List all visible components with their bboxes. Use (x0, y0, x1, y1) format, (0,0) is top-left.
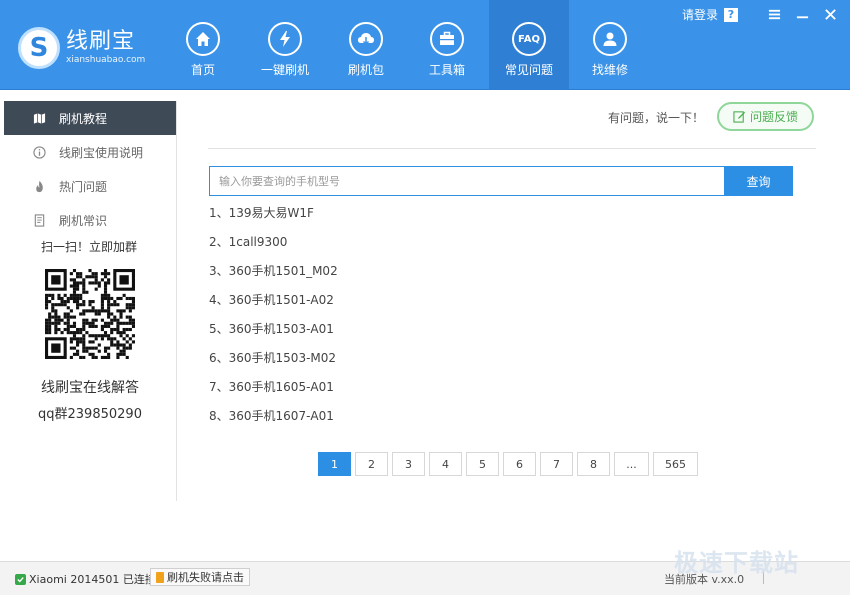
page-button-7[interactable]: 7 (540, 452, 573, 476)
online-help-title: 线刷宝在线解答 (41, 380, 139, 396)
page-button-5[interactable]: 5 (466, 452, 499, 476)
list-item[interactable]: 1、139易大易W1F (209, 206, 338, 235)
document-icon (32, 213, 46, 227)
qq-group-number: qq群239850290 (38, 407, 142, 422)
ask-question-text: 有问题，说一下！ (608, 111, 705, 125)
flame-icon (32, 179, 46, 193)
sidebar-item-label: 刷机教程 (59, 111, 108, 126)
help-icon[interactable]: ? (724, 7, 738, 22)
list-item[interactable]: 7、360手机1605-A01 (209, 380, 338, 409)
nav-home-label: 首页 (190, 63, 215, 77)
lightning-icon (268, 22, 302, 56)
faq-icon: FAQ (512, 22, 546, 56)
list-item[interactable]: 2、1call9300 (209, 235, 338, 264)
nav-faq-label: 常见问题 (504, 63, 553, 77)
window-controls: 请登录 ? (682, 6, 838, 23)
nav-one-click-flash[interactable]: 一键刷机 (245, 0, 325, 89)
page-button-6[interactable]: 6 (503, 452, 536, 476)
logo-mark-icon: S (18, 27, 60, 69)
logo-name: 线刷宝 (66, 29, 136, 54)
watermark: 极速下载站 (674, 549, 799, 577)
check-icon (15, 573, 26, 585)
logo-domain: xianshuabao.com (66, 55, 146, 65)
edit-icon (733, 111, 746, 123)
search-button[interactable]: 查询 (724, 166, 793, 196)
page-button-last[interactable]: 565 (653, 452, 698, 476)
list-item[interactable]: 3、360手机1501_M02 (209, 264, 338, 293)
sidebar-item-label: 刷机常识 (59, 213, 108, 228)
sidebar-item-hot-questions[interactable]: 热门问题 (4, 169, 176, 203)
rom-package-icon (349, 22, 383, 56)
flash-failed-label: 刷机失败请点击 (167, 571, 244, 584)
device-connection-status: Xiaomi 2014501 已连接 (15, 571, 156, 587)
pagination: 1 2 3 4 5 6 7 8 ... 565 (318, 452, 702, 476)
title-bar: S 线刷宝 xianshuabao.com 首页 一键刷机 刷机包 工具箱 FA… (0, 0, 850, 90)
main-content: 有问题，说一下！ 问题反馈 查询 1、139易大易W1F 2、1call9300… (178, 90, 850, 558)
qr-code-image (45, 269, 135, 359)
nav-rom-package[interactable]: 刷机包 (326, 0, 406, 89)
phone-model-search-input[interactable] (209, 166, 725, 196)
login-link[interactable]: 请登录 (682, 6, 718, 23)
app-logo: S 线刷宝 xianshuabao.com (18, 24, 145, 72)
toolbox-icon (430, 22, 464, 56)
nav-find-repair[interactable]: 找维修 (570, 0, 650, 89)
sidebar-item-flash-knowledge[interactable]: 刷机常识 (4, 203, 176, 237)
nav-find-repair-label: 找维修 (591, 63, 628, 77)
list-item[interactable]: 4、360手机1501-A02 (209, 293, 338, 322)
list-item[interactable]: 8、360手机1607-A01 (209, 409, 338, 438)
map-icon (32, 111, 46, 125)
flash-failed-button[interactable]: 刷机失败请点击 (150, 568, 250, 586)
divider (208, 148, 816, 149)
close-icon[interactable] (822, 7, 838, 23)
repair-person-icon (593, 22, 627, 56)
sidebar-item-usage-guide[interactable]: 线刷宝使用说明 (4, 135, 176, 169)
nav-home[interactable]: 首页 (163, 0, 243, 89)
nav-rom-package-label: 刷机包 (347, 63, 384, 77)
nav-one-click-flash-label: 一键刷机 (260, 63, 309, 77)
minimize-icon[interactable] (794, 7, 810, 23)
scan-join-label: 扫一扫！立即加群 (40, 240, 137, 254)
device-status-text: Xiaomi 2014501 已连接 (29, 573, 156, 586)
nav-toolbox-label: 工具箱 (428, 63, 465, 77)
page-button-8[interactable]: 8 (577, 452, 610, 476)
menu-icon[interactable] (766, 7, 782, 23)
page-button-1[interactable]: 1 (318, 452, 351, 476)
home-icon (186, 22, 220, 56)
sidebar-item-label: 线刷宝使用说明 (59, 145, 144, 160)
page-ellipsis[interactable]: ... (614, 452, 649, 476)
page-button-4[interactable]: 4 (429, 452, 462, 476)
nav-toolbox[interactable]: 工具箱 (407, 0, 487, 89)
list-item[interactable]: 5、360手机1503-A01 (209, 322, 338, 351)
sidebar: 刷机教程 线刷宝使用说明 热门问题 刷机常识 扫一扫！立即加群 线刷宝在线解答 … (4, 101, 177, 501)
list-item[interactable]: 6、360手机1503-M02 (209, 351, 338, 380)
page-button-2[interactable]: 2 (355, 452, 388, 476)
warning-icon (156, 571, 164, 583)
nav-faq[interactable]: FAQ 常见问题 (489, 0, 569, 89)
feedback-button[interactable]: 问题反馈 (717, 102, 814, 131)
info-icon (32, 145, 46, 159)
sidebar-item-flash-tutorial[interactable]: 刷机教程 (4, 101, 176, 135)
feedback-button-label: 问题反馈 (749, 110, 798, 124)
model-list: 1、139易大易W1F 2、1call9300 3、360手机1501_M02 … (209, 206, 338, 438)
page-button-3[interactable]: 3 (392, 452, 425, 476)
sidebar-item-label: 热门问题 (59, 179, 108, 194)
